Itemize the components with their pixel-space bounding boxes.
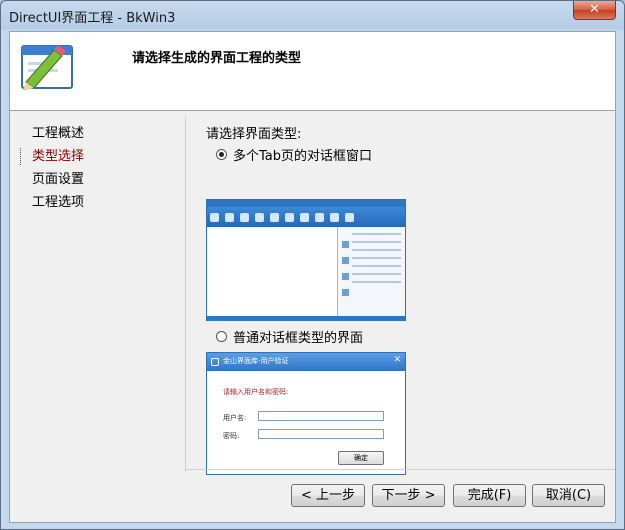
nav-item-overview[interactable]: 工程概述 xyxy=(20,122,180,145)
back-button[interactable]: < 上一步 xyxy=(291,484,365,507)
button-divider xyxy=(185,469,615,470)
preview-line xyxy=(352,233,401,235)
preview-password-label: 密码: xyxy=(223,432,240,440)
preview-tool-icon xyxy=(270,212,279,222)
preview-toolbar xyxy=(207,207,405,227)
preview-line xyxy=(352,249,401,251)
preview-item-icon xyxy=(342,241,349,248)
next-button[interactable]: 下一步 > xyxy=(372,484,445,507)
preview-item-icon xyxy=(342,289,349,296)
option-tab-dialog-label: 多个Tab页的对话框窗口 xyxy=(233,149,373,164)
nav-item-project-options[interactable]: 工程选项 xyxy=(20,191,180,214)
option-normal-dialog-label: 普通对话框类型的界面 xyxy=(233,331,364,346)
preview-tool-icon xyxy=(345,212,354,222)
preview-tool-icon xyxy=(240,212,249,222)
window-title: DirectUI界面工程 - BkWin3 xyxy=(9,11,176,26)
preview-tool-icon xyxy=(285,212,294,222)
panel-label: 请选择界面类型: xyxy=(206,127,302,142)
type-select-panel: 请选择界面类型: 多个Tab页的对话框窗口 普通对话框类型的界面 金山界面库-用… xyxy=(185,116,615,475)
preview-prompt: 请输入用户名和密码: xyxy=(223,388,289,396)
client-area: 请选择生成的界面工程的类型 工程概述 类型选择 页面设置 工程选项 请选择界面类… xyxy=(9,31,616,523)
preview-tool-icon xyxy=(255,212,264,222)
preview-line xyxy=(352,257,401,259)
preview-tool-icon xyxy=(225,212,234,222)
title-bar[interactable]: DirectUI界面工程 - BkWin3 ✕ xyxy=(1,1,624,31)
preview-tool-icon xyxy=(315,212,324,222)
shield-icon xyxy=(211,358,219,366)
preview-item-icon xyxy=(342,273,349,280)
preview-item-icon xyxy=(342,257,349,264)
header-title: 请选择生成的界面工程的类型 xyxy=(132,51,302,66)
preview-username-field xyxy=(258,411,384,421)
preview-tool-icon xyxy=(210,212,219,222)
pencil-window-icon xyxy=(21,45,73,91)
nav-item-type-select[interactable]: 类型选择 xyxy=(20,145,180,168)
preview-titlebar xyxy=(207,200,405,207)
preview-confirm-button: 确定 xyxy=(338,451,384,465)
wizard-window: DirectUI界面工程 - BkWin3 ✕ 请选择生成的界面工程的类型 工程… xyxy=(0,0,625,530)
preview-tool-icon xyxy=(330,212,339,222)
preview-line xyxy=(352,281,401,283)
close-button[interactable]: ✕ xyxy=(573,1,616,20)
preview-tool-icon xyxy=(300,212,309,222)
option-normal-dialog[interactable]: 普通对话框类型的界面 xyxy=(216,327,363,346)
finish-button[interactable]: 完成(F) xyxy=(453,484,526,507)
preview-line xyxy=(352,241,401,243)
radio-normal-dialog[interactable] xyxy=(216,331,227,342)
radio-tab-dialog[interactable] xyxy=(216,149,227,160)
close-icon: ✕ xyxy=(393,355,401,365)
preview-statusbar xyxy=(207,316,405,321)
option-tab-dialog[interactable]: 多个Tab页的对话框窗口 xyxy=(216,145,372,164)
normal-dialog-preview: 金山界面库-用户验证 ✕ 请输入用户名和密码: 用户名: 密码: 确定 xyxy=(206,352,406,475)
preview-sidepane xyxy=(337,227,405,316)
tab-dialog-preview xyxy=(206,199,406,321)
preview-body xyxy=(207,227,405,316)
preview-dialog-titlebar: 金山界面库-用户验证 ✕ xyxy=(207,353,405,371)
preview-password-field xyxy=(258,429,384,439)
preview-username-label: 用户名: xyxy=(223,414,247,422)
preview-content xyxy=(207,227,337,316)
step-nav: 工程概述 类型选择 页面设置 工程选项 xyxy=(20,122,180,214)
cancel-button[interactable]: 取消(C) xyxy=(532,484,605,507)
preview-line xyxy=(352,265,401,267)
preview-line xyxy=(352,273,401,275)
preview-dialog-caption: 金山界面库-用户验证 xyxy=(223,357,289,365)
nav-item-page-settings[interactable]: 页面设置 xyxy=(20,168,180,191)
wizard-header: 请选择生成的界面工程的类型 xyxy=(10,32,615,111)
